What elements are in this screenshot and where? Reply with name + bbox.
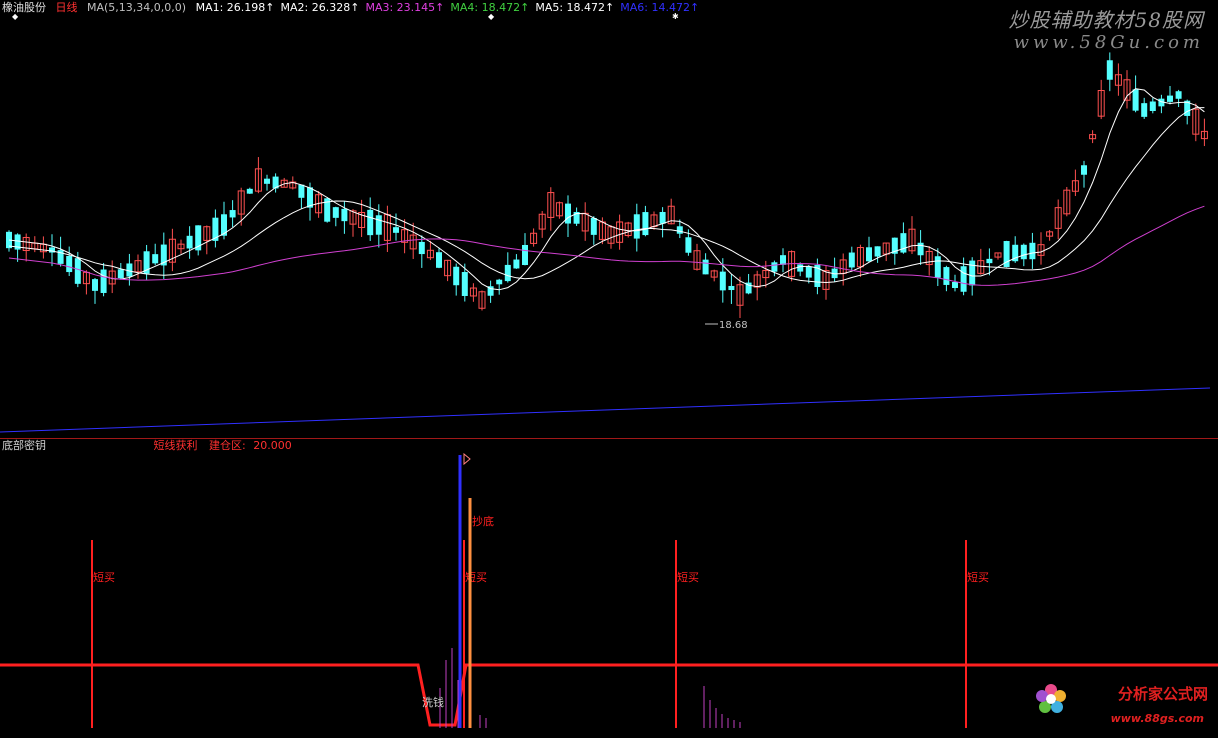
candle-body-down	[943, 267, 950, 285]
candle-body-down	[1081, 165, 1087, 175]
indicator-name: 短线获利	[153, 439, 198, 452]
candle-body-down	[367, 209, 374, 236]
candle-body-down	[952, 282, 958, 288]
candle-body-down	[436, 252, 442, 268]
candle-body-down	[1167, 95, 1173, 102]
candle-body-down	[453, 266, 460, 286]
cursor-arrow-icon	[463, 452, 471, 466]
candle-body-down	[805, 266, 812, 278]
candle-body-down	[307, 187, 313, 208]
wash-signal-label: 洗钱	[422, 695, 444, 709]
brand-url: www.88gs.com	[1110, 712, 1204, 725]
brand-name: 分析家公式网	[1117, 685, 1208, 703]
buy-signal-label: 短买	[93, 570, 115, 584]
buy-signal-label: 短买	[967, 570, 989, 584]
candle-body-down	[461, 272, 468, 296]
candle-body-down	[797, 264, 804, 272]
flower-logo-icon	[1034, 682, 1068, 716]
candle-body-down	[659, 211, 666, 224]
candle-body-down	[496, 279, 503, 285]
candle-body-down	[393, 227, 399, 233]
sub-panel-header: 底部密钥 短线获利 建仓区: 20.000	[2, 439, 292, 453]
candle-body-down	[66, 255, 73, 273]
candle-body-down	[246, 188, 253, 194]
candle-body-down	[186, 235, 193, 249]
candle-body-down	[780, 255, 786, 265]
candle-body-down	[969, 260, 976, 286]
candle-body-down	[1175, 91, 1182, 99]
candle-body-down	[418, 241, 425, 255]
candlestick-chart[interactable]: 18.68	[0, 0, 1218, 438]
candle-body-down	[298, 184, 305, 198]
candle-body-down	[702, 259, 709, 275]
candle-body-down	[866, 247, 872, 262]
candle-body-down	[1141, 103, 1148, 117]
candle-body-down	[676, 226, 683, 234]
candle-body-down	[917, 242, 924, 256]
candle-body-down	[848, 252, 855, 268]
candle-body-down	[522, 244, 528, 266]
sub-panel-title[interactable]: 底部密钥	[2, 439, 46, 452]
candle-body-down	[1132, 89, 1139, 111]
candle-body-down	[986, 258, 993, 264]
candle-body-down	[771, 262, 778, 272]
candle-body-down	[504, 264, 511, 282]
candle-body-down	[100, 269, 107, 293]
candle-body-down	[375, 215, 382, 235]
candle-body-down	[1029, 242, 1036, 260]
candle-body-down	[685, 237, 692, 253]
candle-body-down	[874, 246, 881, 257]
candle-body-down	[642, 212, 649, 236]
candle-body-down	[332, 207, 339, 218]
zone-value: 20.000	[253, 439, 292, 452]
candle-body-down	[590, 217, 597, 235]
candle-body-down	[264, 178, 270, 184]
long-ma-line	[0, 387, 1211, 433]
buy-signal-label: 短买	[465, 570, 487, 584]
candle-body-down	[117, 269, 124, 279]
bottom-signal-label: 抄底	[472, 514, 494, 528]
candle-body-down	[513, 259, 520, 269]
candle-body-down	[934, 256, 941, 278]
low-price-label: 18.68	[719, 320, 748, 331]
candle-body-down	[92, 279, 98, 291]
candle-body-down	[152, 254, 159, 264]
candle-body-down	[633, 214, 640, 239]
candle-body-down	[728, 285, 735, 291]
candle-body-down	[719, 271, 726, 291]
candle-body-down	[1106, 60, 1113, 80]
candle-body-down	[1020, 244, 1027, 260]
candle-body-down	[960, 266, 967, 292]
buy-signal-label: 短买	[677, 570, 699, 584]
candle-body-down	[565, 203, 571, 224]
candle-body-down	[74, 258, 81, 284]
zone-label: 建仓区:	[209, 439, 246, 452]
candle-body-down	[341, 208, 348, 222]
candle-body-down	[229, 210, 236, 218]
candle-body-down	[1149, 101, 1156, 112]
